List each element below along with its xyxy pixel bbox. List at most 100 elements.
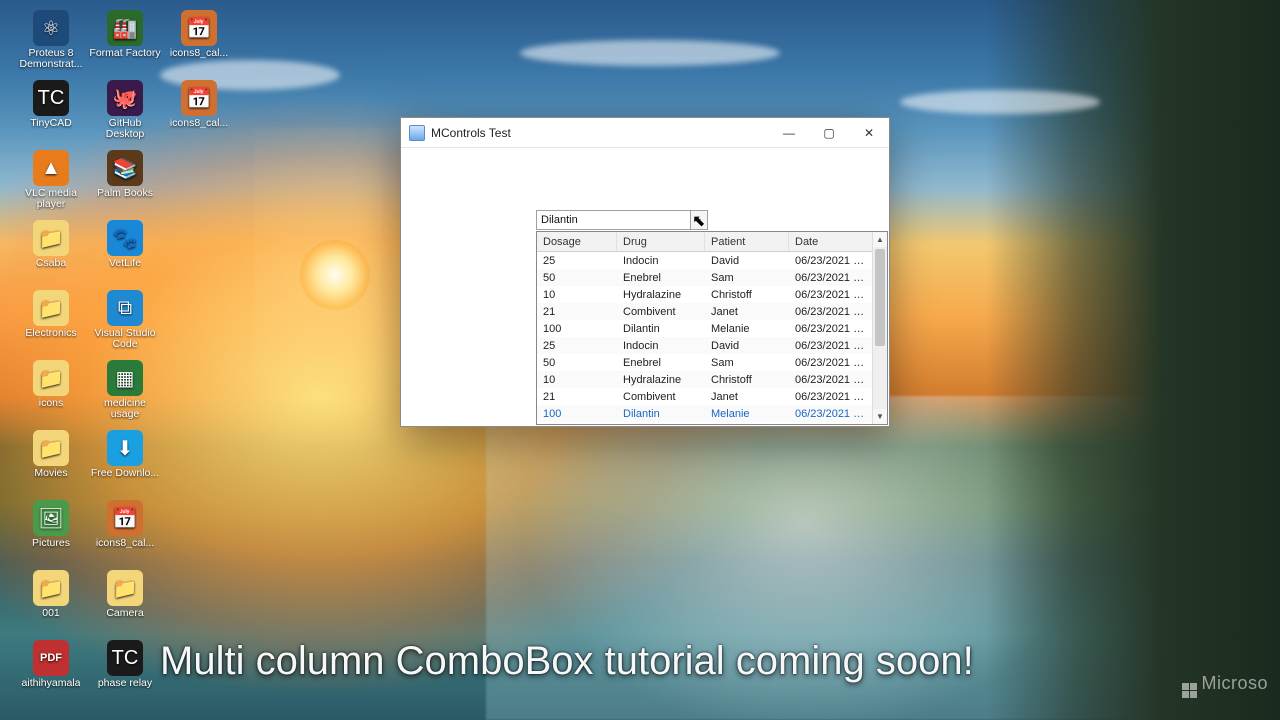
- icon-label: icons8_cal...: [96, 538, 154, 549]
- combobox-drop-button[interactable]: ▾: [690, 211, 707, 229]
- cell: 50: [537, 272, 617, 284]
- desktop-icon-palm-books[interactable]: 📚Palm Books: [88, 146, 162, 216]
- cell: 06/23/2021 11:48 AM: [789, 408, 872, 420]
- desktop-icon-electronics[interactable]: 📁Electronics: [14, 286, 88, 356]
- desktop-icon-aithihyamala[interactable]: PDFaithihyamala: [14, 636, 88, 706]
- desktop-icon-free-download[interactable]: ⬇Free Downlo...: [88, 426, 162, 496]
- minimize-button[interactable]: —: [769, 118, 809, 147]
- cell: Christoff: [705, 374, 789, 386]
- cell: Melanie: [705, 323, 789, 335]
- icon-label: Camera: [106, 608, 143, 619]
- desktop-icon-icons8-cal-3[interactable]: 📅 icons8_cal...: [88, 496, 162, 566]
- scroll-thumb[interactable]: [875, 249, 885, 346]
- video-caption: Multi column ComboBox tutorial coming so…: [160, 639, 974, 684]
- desktop-icon-proteus[interactable]: ⚛Proteus 8 Demonstrat...: [14, 6, 88, 76]
- column-header-drug[interactable]: Drug: [617, 232, 705, 251]
- cell: 50: [537, 357, 617, 369]
- cell: Indocin: [617, 255, 705, 267]
- csaba-icon: 📁: [33, 220, 69, 256]
- icon-label: Pictures: [32, 538, 70, 549]
- cell: 06/23/2021 11:48 AM: [789, 306, 872, 318]
- cell: Janet: [705, 306, 789, 318]
- desktop-icon-pictures[interactable]: 🖼 Pictures: [14, 496, 88, 566]
- icon-label: icons: [39, 398, 64, 409]
- icon-label: Palm Books: [97, 188, 153, 199]
- movies-icon: 📁: [33, 430, 69, 466]
- dropdown-row[interactable]: 50EnebrelSam06/23/2021 11:48 AM: [537, 354, 872, 371]
- desktop-icon-medicine-usage[interactable]: ▦medicine usage: [88, 356, 162, 426]
- desktop-icon-vetlife[interactable]: 🐾VetLife: [88, 216, 162, 286]
- desktop-icon-vlc[interactable]: ▲VLC media player: [14, 146, 88, 216]
- icon-label: 001: [42, 608, 60, 619]
- dropdown-row[interactable]: 100DilantinMelanie06/23/2021 11:48 AM: [537, 405, 872, 422]
- cell: David: [705, 340, 789, 352]
- close-button[interactable]: ✕: [849, 118, 889, 147]
- scroll-up-button[interactable]: ▲: [873, 232, 887, 247]
- cell: Indocin: [617, 340, 705, 352]
- dropdown-row[interactable]: 50EnebrelSam06/23/2021 11:48 AM: [537, 269, 872, 286]
- cell: 10: [537, 289, 617, 301]
- format-factory-icon: 🏭: [107, 10, 143, 46]
- icon-label: icons8_cal...: [170, 118, 228, 129]
- column-header-dosage[interactable]: Dosage: [537, 232, 617, 251]
- maximize-button[interactable]: ▢: [809, 118, 849, 147]
- dropdown-body[interactable]: 25IndocinDavid06/23/2021 11:48 AM50Enebr…: [537, 252, 872, 424]
- column-header-date[interactable]: Date: [789, 232, 872, 251]
- column-header-patient[interactable]: Patient: [705, 232, 789, 251]
- windows-logo-icon: [1182, 683, 1197, 698]
- icons8-cal-1-icon: 📅: [181, 10, 217, 46]
- desktop-icon-format-factory[interactable]: 🏭Format Factory: [88, 6, 162, 76]
- scroll-down-button[interactable]: ▼: [873, 409, 887, 424]
- combobox-input[interactable]: [537, 211, 690, 229]
- desktop-icon-movies[interactable]: 📁 Movies: [14, 426, 88, 496]
- cell: 06/23/2021 11:48 AM: [789, 340, 872, 352]
- dropdown-row[interactable]: 10HydralazineChristoff06/23/2021 11:48 A…: [537, 286, 872, 303]
- cell: Hydralazine: [617, 374, 705, 386]
- medicine-usage-icon: ▦: [107, 360, 143, 396]
- vlc-icon: ▲: [33, 150, 69, 186]
- desktop-icon-phase-relay[interactable]: TCphase relay: [88, 636, 162, 706]
- dropdown-header-row[interactable]: DosageDrugPatientDate: [537, 232, 872, 252]
- cell: Sam: [705, 272, 789, 284]
- cell: Enebrel: [617, 357, 705, 369]
- window-client-area: ▾ ⬉ DosageDrugPatientDate 25IndocinDavid…: [401, 148, 889, 426]
- cell: Combivent: [617, 391, 705, 403]
- cell: Janet: [705, 391, 789, 403]
- dropdown-row[interactable]: 25IndocinDavid06/23/2021 11:48 AM: [537, 422, 872, 424]
- icons8-cal-3-icon: 📅: [107, 500, 143, 536]
- titlebar[interactable]: MControls Test — ▢ ✕: [401, 118, 889, 148]
- icon-label: TinyCAD: [30, 118, 72, 129]
- desktop-icon-csaba[interactable]: 📁Csaba: [14, 216, 88, 286]
- dropdown-row[interactable]: 10HydralazineChristoff06/23/2021 11:48 A…: [537, 371, 872, 388]
- dropdown-row[interactable]: 21CombiventJanet06/23/2021 11:48 AM: [537, 303, 872, 320]
- dropdown-row[interactable]: 100DilantinMelanie06/23/2021 11:48 AM: [537, 320, 872, 337]
- github-desktop-icon: 🐙: [107, 80, 143, 116]
- desktop-icon-github-desktop[interactable]: 🐙GitHub Desktop: [88, 76, 162, 146]
- desktop-icon-vscode[interactable]: ⧉Visual Studio Code: [88, 286, 162, 356]
- scroll-track[interactable]: [873, 247, 887, 409]
- cell: Dilantin: [617, 323, 705, 335]
- desktop-icon-camera[interactable]: 📁Camera: [88, 566, 162, 636]
- dropdown-row[interactable]: 25IndocinDavid06/23/2021 11:48 AM: [537, 252, 872, 269]
- electronics-icon: 📁: [33, 290, 69, 326]
- cell: 06/23/2021 11:48 AM: [789, 272, 872, 284]
- proteus-icon: ⚛: [33, 10, 69, 46]
- desktop-icon-icons-folder[interactable]: 📁 icons: [14, 356, 88, 426]
- desktop-icon-001[interactable]: 📁001: [14, 566, 88, 636]
- pictures-icon: 🖼: [33, 500, 69, 536]
- icon-label: VLC media player: [15, 188, 87, 210]
- dropdown-row[interactable]: 21CombiventJanet06/23/2021 11:48 AM: [537, 388, 872, 405]
- icon-label: Visual Studio Code: [89, 328, 161, 350]
- icons-folder-icon: 📁: [33, 360, 69, 396]
- combobox[interactable]: ▾ ⬉: [536, 210, 708, 230]
- dropdown-row[interactable]: 25IndocinDavid06/23/2021 11:48 AM: [537, 337, 872, 354]
- desktop-icon-tinycad[interactable]: TCTinyCAD: [14, 76, 88, 146]
- microsoft-watermark: Microso: [1182, 673, 1268, 698]
- desktop-icon-icons8-cal-2[interactable]: 📅icons8_cal...: [162, 76, 236, 146]
- icon-label: GitHub Desktop: [89, 118, 161, 140]
- dropdown-scrollbar[interactable]: ▲ ▼: [872, 232, 887, 424]
- desktop-icon-icons8-cal-1[interactable]: 📅icons8_cal...: [162, 6, 236, 76]
- icon-label: phase relay: [98, 678, 152, 689]
- icon-label: VetLife: [109, 258, 141, 269]
- icon-label: Movies: [34, 468, 67, 479]
